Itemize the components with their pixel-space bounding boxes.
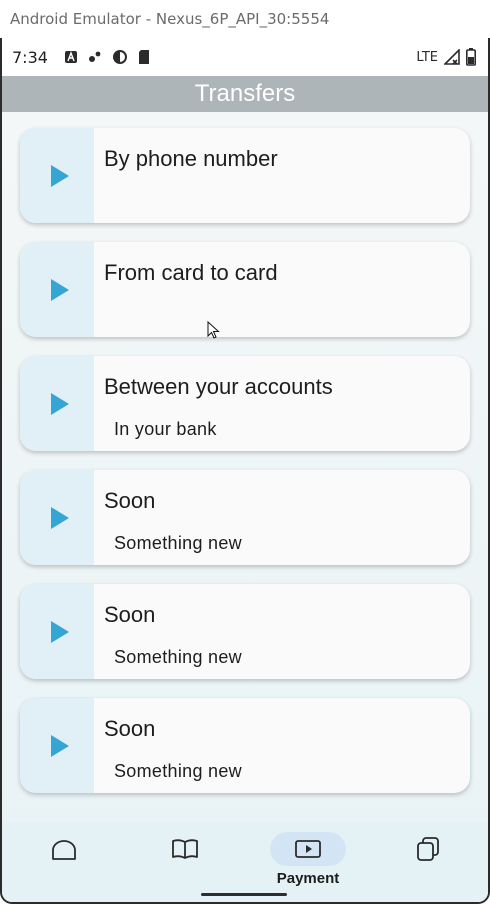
card-subtitle: Something new xyxy=(114,647,242,667)
signal-icon xyxy=(444,49,460,65)
emulator-window-title: Android Emulator - Nexus_6P_API_30:5554 xyxy=(0,0,490,38)
transfer-card-phone[interactable]: By phone number xyxy=(20,128,470,223)
card-subtitle: Something new xyxy=(114,761,242,781)
nav-item-cards[interactable] xyxy=(388,832,468,892)
status-time: 7:34 xyxy=(12,47,48,67)
card-icon-panel xyxy=(20,242,94,337)
payment-icon xyxy=(295,840,321,858)
play-arrow-icon xyxy=(51,506,69,529)
nav-pill xyxy=(26,832,102,866)
nav-label-payment: Payment xyxy=(276,870,340,887)
nav-pill xyxy=(390,832,466,866)
card-title: From card to card xyxy=(104,260,278,285)
status-bar: 7:34 LTE xyxy=(2,38,488,76)
data-saver-icon xyxy=(112,50,127,64)
settings-dots-icon xyxy=(88,51,101,62)
cards-icon xyxy=(417,837,439,861)
home-icon xyxy=(52,840,76,860)
card-title: Between your accounts xyxy=(104,374,333,399)
card-icon-panel xyxy=(20,698,94,793)
card-title: By phone number xyxy=(104,146,278,171)
card-icon-panel xyxy=(20,584,94,679)
play-arrow-icon xyxy=(51,164,69,187)
transfer-list: By phone number From card to card Betwee… xyxy=(2,112,488,822)
play-arrow-icon xyxy=(51,620,69,643)
card-subtitle: In your bank xyxy=(114,419,217,439)
card-subtitle: Something new xyxy=(114,533,242,553)
sd-card-icon xyxy=(138,50,149,64)
mouse-cursor-icon xyxy=(207,321,220,339)
status-right-icons: LTE xyxy=(416,48,476,66)
transfer-card-between-accounts[interactable]: Between your accounts In your bank xyxy=(20,356,470,451)
transfer-card-soon[interactable]: Soon Something new xyxy=(20,584,470,679)
transfer-card-soon[interactable]: Soon Something new xyxy=(20,698,470,793)
card-title: Soon xyxy=(104,602,156,627)
card-icon-panel xyxy=(20,470,94,565)
gesture-handle[interactable] xyxy=(201,893,287,896)
battery-icon xyxy=(466,48,476,66)
status-notification-icons xyxy=(64,49,150,65)
bottom-navigation: Payment xyxy=(2,822,488,902)
nav-pill-active xyxy=(270,832,346,866)
book-icon xyxy=(172,839,198,859)
font-a-icon xyxy=(64,51,77,63)
play-arrow-icon xyxy=(51,278,69,301)
nav-item-home[interactable] xyxy=(24,832,104,892)
app-bar-title: Transfers xyxy=(2,76,488,112)
nav-item-book[interactable] xyxy=(145,832,225,892)
device-screen: 7:34 LTE Transfers By phone number From … xyxy=(0,38,490,904)
play-arrow-icon xyxy=(51,734,69,757)
nav-pill xyxy=(147,832,223,866)
card-title: Soon xyxy=(104,716,156,741)
transfer-card-soon[interactable]: Soon Something new xyxy=(20,470,470,565)
card-icon-panel xyxy=(20,356,94,451)
play-arrow-icon xyxy=(51,392,69,415)
network-type: LTE xyxy=(416,49,438,65)
card-icon-panel xyxy=(20,128,94,223)
nav-item-payment[interactable]: Payment xyxy=(268,832,348,892)
card-title: Soon xyxy=(104,488,156,513)
transfer-card-card-to-card[interactable]: From card to card xyxy=(20,242,470,337)
